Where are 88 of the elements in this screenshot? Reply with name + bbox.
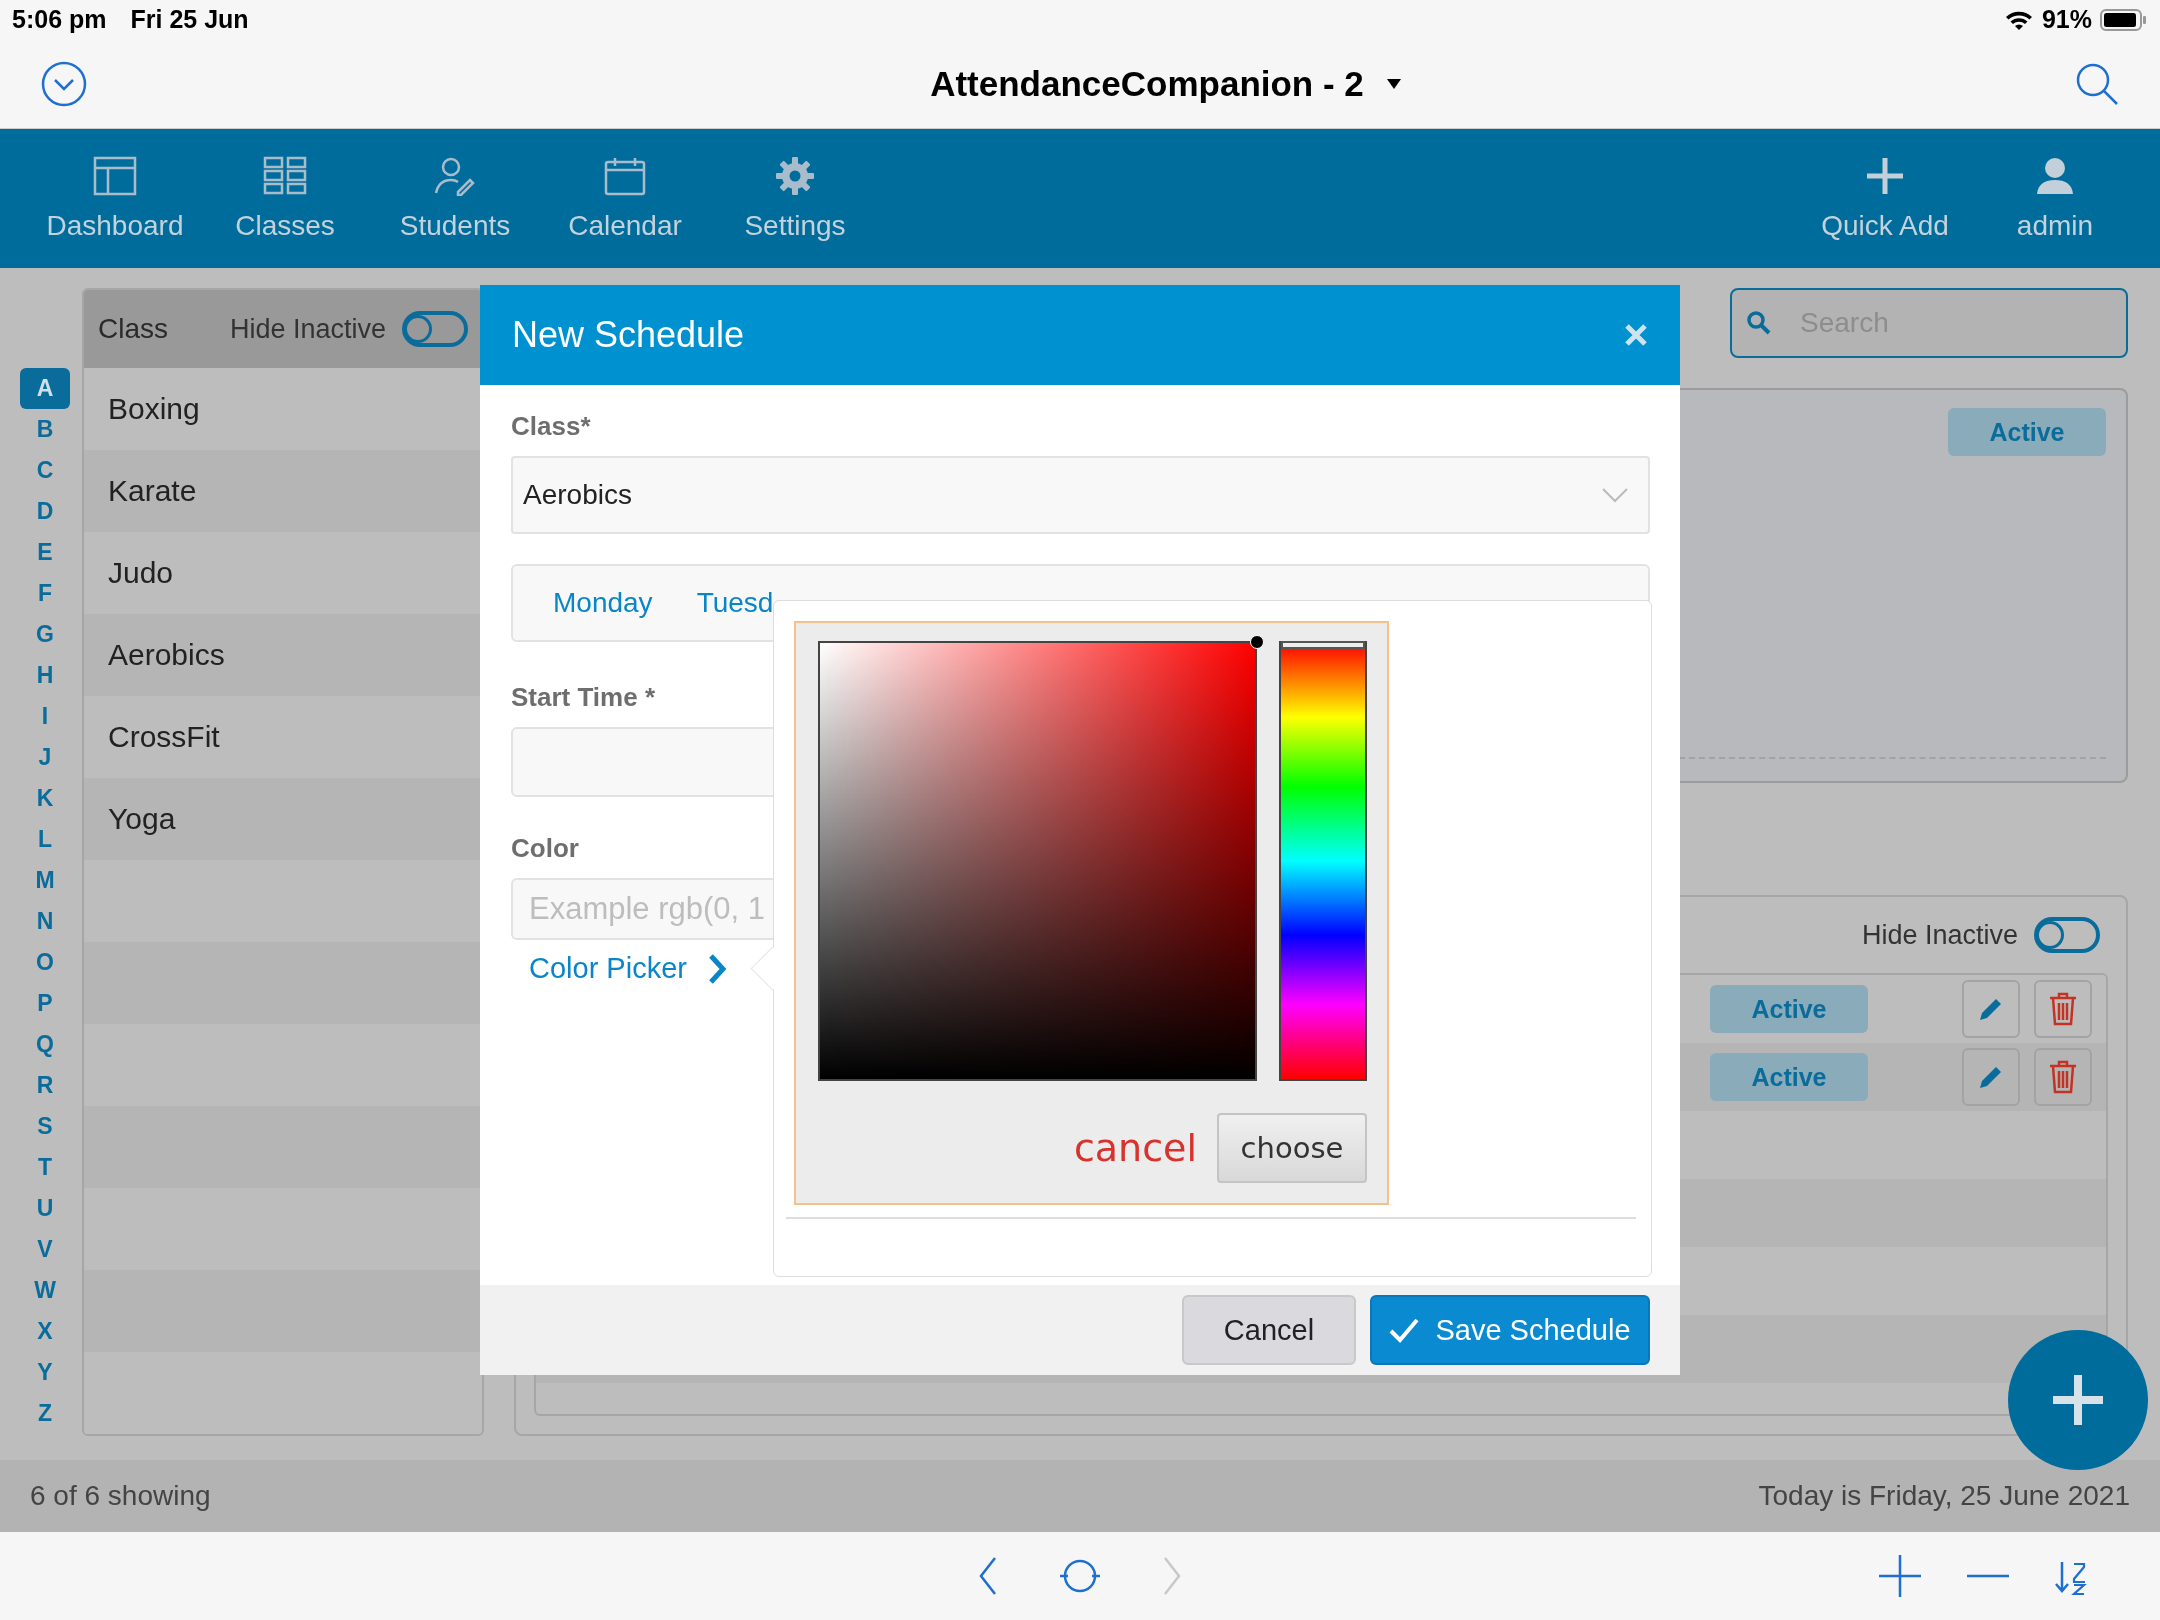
index-letter[interactable]: X <box>20 1311 70 1353</box>
dialog-title: New Schedule <box>512 314 745 356</box>
field-label: Start Time * <box>511 682 655 713</box>
index-letter[interactable]: O <box>20 942 70 984</box>
column-header: Class <box>98 313 168 346</box>
picker-cursor[interactable] <box>1250 635 1264 649</box>
layout-icon <box>93 155 137 196</box>
index-letter[interactable]: I <box>20 696 70 738</box>
index-letter[interactable]: M <box>20 860 70 902</box>
index-letter[interactable]: C <box>20 450 70 492</box>
calendar-icon <box>603 155 647 196</box>
color-picker-link[interactable]: Color Picker <box>511 952 727 985</box>
status-time: 5:06 pm <box>12 5 107 35</box>
delete-button[interactable] <box>2034 980 2092 1039</box>
saturation-square[interactable] <box>818 641 1258 1081</box>
index-letter[interactable]: Q <box>20 1024 70 1066</box>
index-letter[interactable]: E <box>20 532 70 574</box>
hue-slider[interactable] <box>1279 641 1367 1081</box>
class-select[interactable]: Aerobics <box>511 456 1650 534</box>
app-title[interactable]: AttendanceCompanion - 2 <box>930 63 1364 104</box>
day-tab[interactable]: Monday <box>553 587 653 619</box>
chevron-icon <box>1602 487 1628 503</box>
index-letter[interactable]: A <box>20 368 70 410</box>
back-icon[interactable] <box>978 1556 998 1597</box>
delete-button[interactable] <box>2034 1048 2092 1107</box>
nav-tab[interactable]: Quick Add <box>1800 128 1970 269</box>
today-date: Today is Friday, 25 June 2021 <box>1758 1480 2130 1513</box>
caret-icon[interactable] <box>1385 77 1402 90</box>
nav-tab[interactable]: Dashboard <box>30 128 200 269</box>
close-icon[interactable] <box>1624 323 1648 347</box>
search-icon <box>1746 310 1772 337</box>
index-letter[interactable]: D <box>20 491 70 533</box>
grid-icon <box>263 155 307 196</box>
cancel-link[interactable]: cancel <box>1073 1126 1197 1170</box>
person-pen-icon <box>433 155 477 196</box>
trash-icon <box>2048 992 2078 1027</box>
toggle-switch[interactable] <box>402 311 468 348</box>
chevron-icon <box>706 952 727 985</box>
status-badge[interactable]: Active <box>1710 1053 1868 1102</box>
index-letter[interactable]: H <box>20 655 70 697</box>
toggle-label: Hide Inactive <box>1861 919 2018 951</box>
index-letter[interactable]: Y <box>20 1352 70 1394</box>
plus-icon <box>2051 1373 2105 1428</box>
class-list-item[interactable]: Karate <box>84 450 482 533</box>
field-label: Color <box>511 833 579 864</box>
index-letter[interactable]: Z <box>20 1393 70 1435</box>
index-letter[interactable]: S <box>20 1106 70 1148</box>
index-letter[interactable]: W <box>20 1270 70 1312</box>
hue-thumb[interactable] <box>1281 641 1365 649</box>
nav-tab[interactable]: Settings <box>710 128 880 269</box>
status-badge[interactable]: Active <box>1948 408 2106 457</box>
toggle-switch[interactable] <box>2034 917 2100 954</box>
battery-percent: 91% <box>2041 5 2092 35</box>
nav-tab[interactable]: Calendar <box>540 128 710 269</box>
index-letter[interactable]: F <box>20 573 70 615</box>
nav-tab[interactable]: Classes <box>200 128 370 269</box>
status-badge[interactable]: Active <box>1710 985 1868 1034</box>
nav-tab[interactable]: admin <box>1970 128 2140 269</box>
gear-icon <box>773 155 817 196</box>
cancel-button[interactable]: Cancel <box>1182 1295 1356 1365</box>
index-letter[interactable]: N <box>20 901 70 943</box>
collapse-icon[interactable] <box>40 59 88 108</box>
index-letter[interactable]: B <box>20 409 70 451</box>
trash-icon <box>2048 1060 2078 1095</box>
nav-tab[interactable]: Students <box>370 128 540 269</box>
choose-button[interactable]: choose <box>1217 1113 1367 1183</box>
class-list-item[interactable]: Aerobics <box>84 614 482 697</box>
index-letter[interactable]: U <box>20 1188 70 1230</box>
check-icon <box>1389 1317 1420 1343</box>
index-letter[interactable]: K <box>20 778 70 820</box>
status-date: Fri 25 Jun <box>130 5 249 35</box>
index-letter[interactable]: V <box>20 1229 70 1271</box>
plus-icon[interactable] <box>1878 1554 1922 1599</box>
save-button[interactable]: Save Schedule <box>1370 1295 1650 1365</box>
day-tab[interactable]: Tuesd <box>696 587 774 619</box>
index-letter[interactable]: L <box>20 819 70 861</box>
battery-icon <box>2100 7 2148 32</box>
index-letter[interactable]: P <box>20 983 70 1025</box>
index-letter[interactable]: T <box>20 1147 70 1189</box>
record-count: 6 of 6 showing <box>30 1480 211 1513</box>
index-letter[interactable]: G <box>20 614 70 656</box>
toggle-label: Hide Inactive <box>229 313 386 345</box>
edit-button[interactable] <box>1962 1048 2020 1107</box>
class-list-item[interactable]: Yoga <box>84 778 482 861</box>
edit-button[interactable] <box>1962 980 2020 1039</box>
index-letter[interactable]: R <box>20 1065 70 1107</box>
field-label: Class* <box>511 411 591 442</box>
index-letter[interactable]: J <box>20 737 70 779</box>
